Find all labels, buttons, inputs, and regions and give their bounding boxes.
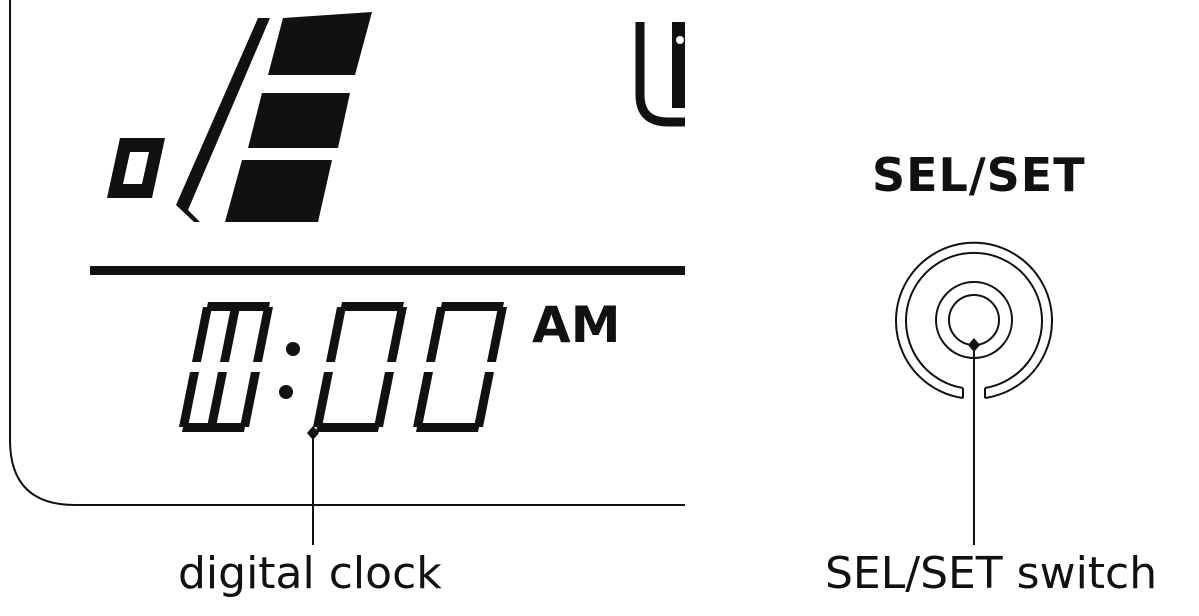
- level-bar-middle: [248, 93, 350, 148]
- digit-segment-c: [374, 372, 394, 427]
- digit-segment-f: [426, 307, 446, 362]
- digit-segment-c: [207, 372, 227, 427]
- clock-digits: [179, 302, 507, 432]
- clock-leader-line: [307, 426, 319, 545]
- digit-segment-d: [316, 423, 380, 432]
- digit-segment-b: [487, 307, 507, 362]
- level-bar-top: [268, 12, 372, 75]
- digit-segment-a: [440, 302, 504, 311]
- digit-segment-b: [220, 307, 240, 362]
- clock-digit: [313, 302, 407, 432]
- digit-segment-f: [192, 307, 212, 362]
- switch-leader-line: [968, 338, 980, 545]
- digit-segment-d: [182, 423, 246, 432]
- display-divider: [90, 266, 685, 275]
- digit-segment-b: [253, 307, 273, 362]
- am-pm-indicator: AM: [532, 296, 621, 354]
- digital-clock-label: digital clock: [178, 548, 442, 599]
- digit-segment-c: [474, 372, 494, 427]
- digit-segment-a: [340, 302, 404, 311]
- clock-colon-bottom: [279, 385, 293, 399]
- digit-segment-f: [326, 307, 346, 362]
- digit-segment-c: [240, 372, 260, 427]
- digit-segment-a: [206, 302, 270, 311]
- battery-level-icon: [107, 12, 372, 222]
- partial-segment-icon: [635, 22, 685, 127]
- clock-digit: [207, 307, 240, 427]
- clock-digit: [179, 302, 273, 432]
- digit-segment-e: [413, 372, 433, 427]
- diagram-stage: AM SEL/SET digital clock SEL/SET switch: [0, 0, 1199, 612]
- digit-segment-d: [416, 423, 480, 432]
- clock-digit: [413, 302, 507, 432]
- switch-title: SEL/SET: [872, 148, 1086, 202]
- level-bar-bottom: [225, 160, 332, 222]
- sel-set-switch-label: SEL/SET switch: [825, 548, 1158, 599]
- segment-o: [107, 138, 165, 198]
- digit-segment-b: [387, 307, 407, 362]
- digit-segment-e: [179, 372, 199, 427]
- clock-colon-top: [286, 342, 300, 356]
- digit-segment-e: [313, 372, 333, 427]
